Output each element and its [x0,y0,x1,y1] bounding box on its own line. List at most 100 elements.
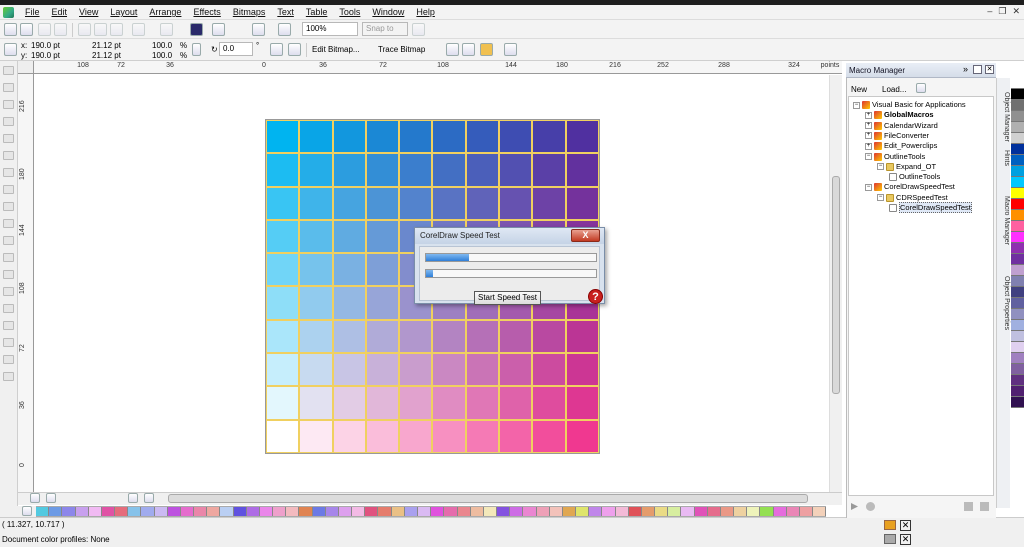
grid-cell[interactable] [365,386,400,420]
palette-color-swatch[interactable] [1011,232,1024,243]
palette-swatch[interactable] [391,507,405,516]
palette-swatch[interactable] [694,507,708,516]
grid-cell[interactable] [365,319,400,354]
grid-cell[interactable] [565,319,599,354]
grid-cell[interactable] [299,153,333,187]
grid-cell[interactable] [465,186,500,220]
app-icon[interactable] [3,6,14,18]
expand-toggle-icon[interactable]: − [853,101,860,109]
palette-swatch[interactable] [36,507,50,516]
palette-swatch[interactable] [444,507,458,516]
record-icon[interactable] [866,502,875,511]
palette-swatch[interactable] [483,507,498,516]
palette-color-swatch[interactable] [1011,254,1024,265]
palette-color-swatch[interactable] [1011,375,1024,386]
smart-fill-tool-icon[interactable] [3,151,14,160]
palette-swatch[interactable] [641,507,656,516]
palette-color-swatch[interactable] [1011,89,1024,100]
rotation-angle-field[interactable]: 0.0 [219,42,253,56]
grid-cell[interactable] [432,419,466,453]
grid-cell[interactable] [299,386,333,420]
expand-toggle-icon[interactable]: + [865,122,872,130]
y-position-field[interactable]: 190.0 pt [31,51,60,61]
next-page-icon[interactable] [128,493,138,503]
grid-cell[interactable] [299,253,333,287]
edit-macro-icon[interactable] [964,502,973,511]
palette-swatch[interactable] [497,507,511,516]
expand-toggle-icon[interactable]: − [865,183,872,191]
lock-ratio-icon[interactable] [192,43,201,56]
grid-cell[interactable] [432,319,466,354]
outline-none-icon[interactable]: ✕ [900,534,911,545]
menu-arrange[interactable]: Arrange [143,7,187,17]
grid-cell[interactable] [399,186,433,220]
grid-cell[interactable] [432,120,466,154]
grid-cell[interactable] [565,353,599,387]
docker-tab-macro-manager[interactable]: Macro Manager [998,196,1010,245]
palette-swatch[interactable] [167,507,181,516]
scale-y-field[interactable]: 100.0 [152,51,172,61]
grid-cell[interactable] [432,353,466,387]
docker-minimize-icon[interactable] [973,65,982,74]
grid-cell[interactable] [399,120,433,154]
grid-cell[interactable] [532,186,566,220]
grid-cell[interactable] [499,319,533,354]
palette-color-swatch[interactable] [1011,364,1024,375]
zoom-tool-icon[interactable] [3,117,14,126]
palette-swatch[interactable] [457,507,471,516]
basic-shapes-tool-icon[interactable] [3,219,14,228]
selection-icon[interactable] [4,43,17,56]
fill-none-icon[interactable]: ✕ [900,520,911,531]
menu-help[interactable]: Help [410,7,441,17]
palette-swatch[interactable] [273,507,287,516]
grid-cell[interactable] [266,419,300,453]
palette-swatch[interactable] [404,507,418,516]
polygon-tool-icon[interactable] [3,202,14,211]
menu-view[interactable]: View [73,7,104,17]
ellipse-tool-icon[interactable] [3,185,14,194]
palette-color-swatch[interactable] [1011,342,1024,353]
grid-cell[interactable] [499,386,533,420]
palette-swatch[interactable] [220,507,234,516]
minimize-icon[interactable]: – [987,6,992,17]
add-page-icon[interactable] [144,493,154,503]
palette-swatch[interactable] [562,507,577,516]
palette-color-swatch[interactable] [1011,331,1024,342]
undo-icon[interactable] [132,23,145,36]
palette-swatch[interactable] [299,507,313,516]
mirror-vertical-icon[interactable] [288,43,301,56]
ruler-origin[interactable] [18,61,34,74]
close-icon[interactable]: ✕ [1012,6,1020,17]
palette-swatch[interactable] [101,507,116,516]
palette-swatch[interactable] [352,507,366,516]
grid-cell[interactable] [266,353,300,387]
expand-toggle-icon[interactable]: + [865,111,872,119]
palette-swatch[interactable] [49,507,63,516]
palette-swatch[interactable] [128,507,142,516]
menu-file[interactable]: File [19,7,46,17]
color-profiles-status[interactable]: Document color profiles: None [2,535,110,544]
grid-cell[interactable] [432,186,466,220]
grid-cell[interactable] [332,419,366,453]
grid-cell[interactable] [365,353,400,387]
expand-toggle-icon[interactable]: − [865,153,872,161]
palette-swatch[interactable] [115,507,129,516]
palette-swatch[interactable] [628,507,642,516]
grid-cell[interactable] [299,286,333,320]
prev-page-icon[interactable] [46,493,56,503]
palette-swatch[interactable] [338,507,353,516]
palette-swatch[interactable] [431,507,445,516]
palette-color-swatch[interactable] [1011,177,1024,188]
palette-swatch[interactable] [470,507,484,516]
grid-cell[interactable] [365,153,400,187]
palette-swatch[interactable] [760,507,774,516]
table-tool-icon[interactable] [3,253,14,262]
wrap-text-icon[interactable] [504,43,517,56]
palette-color-swatch[interactable] [1011,276,1024,287]
docker-tab-object-manager[interactable]: Object Manager [998,92,1010,142]
palette-color-swatch[interactable] [1011,78,1024,89]
grid-cell[interactable] [299,219,333,254]
palette-color-swatch[interactable] [1011,100,1024,111]
palette-swatch[interactable] [510,507,524,516]
tree-item[interactable]: + Edit_Powerclips [865,141,937,151]
